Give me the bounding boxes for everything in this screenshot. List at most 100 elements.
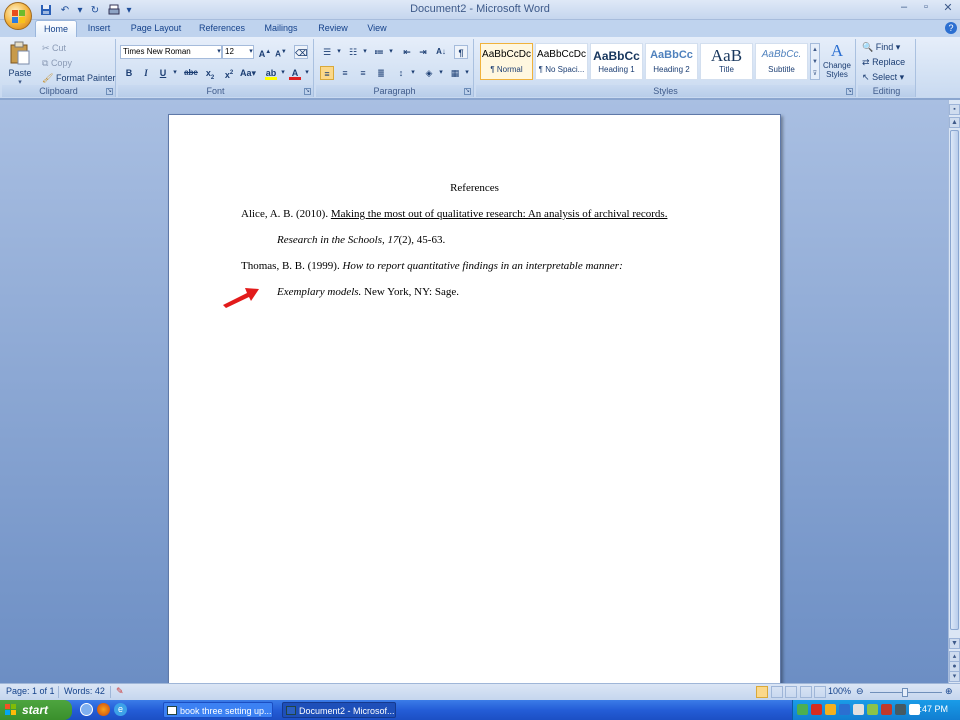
paste-label: Paste [8,68,32,78]
paragraph-dialog-launcher-icon[interactable]: ↘ [464,88,471,95]
select-button[interactable]: ↖ Select ▾ [862,72,904,83]
replace-icon: ⇄ [862,57,870,67]
zoom-level[interactable]: 100% [828,686,851,696]
clipboard-dialog-launcher-icon[interactable]: ↘ [106,88,113,95]
styles-scroll-up-icon[interactable]: ▲ [811,44,819,56]
desktop-icon[interactable] [80,703,93,716]
font-name-box[interactable]: Times New Roman [120,45,222,59]
tab-insert[interactable]: Insert [80,20,118,37]
office-button[interactable] [4,2,32,30]
change-case-icon[interactable]: Aa▾ [238,66,258,80]
bold-icon[interactable]: B [122,66,136,80]
zoom-slider-thumb[interactable] [902,688,908,697]
cut-button[interactable]: ✂ Cut [42,43,66,54]
decrease-indent-icon[interactable]: ⇤ [400,45,414,59]
bullets-dropdown-icon[interactable]: ▾ [332,45,346,59]
tray-app-icon[interactable] [797,704,808,715]
folder-icon [167,706,177,715]
print-layout-view-icon[interactable] [756,686,768,698]
minimize-icon[interactable]: – [894,1,914,17]
tab-home[interactable]: Home [35,20,77,37]
style-normal[interactable]: AaBbCcDc ¶ Normal [480,43,533,80]
replace-button[interactable]: ⇄ Replace [862,57,905,68]
align-left-icon[interactable]: ≡ [320,66,334,80]
word-count[interactable]: Words: 42 [64,686,105,696]
styles-more-icon[interactable]: ⊽ [811,68,819,80]
taskbar-item-document2[interactable]: Document2 - Microsof... [282,702,396,718]
superscript-icon[interactable]: x2 [222,66,236,80]
security-icon[interactable] [867,704,878,715]
zoom-out-icon[interactable]: ⊖ [856,686,864,697]
strikethrough-icon[interactable]: abe [182,66,200,80]
show-formatting-marks-icon[interactable]: ¶ [454,45,468,59]
internet-explorer-icon[interactable]: e [114,703,127,716]
firefox-icon[interactable] [97,703,110,716]
tab-references[interactable]: References [193,20,251,37]
taskbar-item-book-three[interactable]: book three setting up... [163,702,273,718]
zoom-slider[interactable] [870,688,942,697]
format-painter-button[interactable]: 🖌 Format Painter [42,73,115,84]
style-title[interactable]: AaB Title [700,43,753,80]
style-subtitle[interactable]: AaBbCc. Subtitle [755,43,808,80]
grow-font-icon[interactable]: A▲ [258,45,272,59]
tab-page-layout[interactable]: Page Layout [125,20,187,37]
styles-dialog-launcher-icon[interactable]: ↘ [846,88,853,95]
restore-icon[interactable]: ▫ [916,1,936,17]
multilevel-dropdown-icon[interactable]: ▾ [384,45,398,59]
font-dialog-launcher-icon[interactable]: ↘ [304,88,311,95]
volume-icon[interactable] [853,704,864,715]
numbering-dropdown-icon[interactable]: ▾ [358,45,372,59]
sort-icon[interactable]: A↓ [434,45,448,59]
close-icon[interactable]: ✕ [938,1,958,17]
align-center-icon[interactable]: ≡ [338,66,352,80]
warning-icon[interactable] [825,704,836,715]
copy-button[interactable]: ⧉ Copy [42,58,72,69]
style-no-spacing[interactable]: AaBbCcDc ¶ No Spaci... [535,43,588,80]
scroll-down-icon[interactable]: ▼ [949,638,960,649]
style-heading-2[interactable]: AaBbCc Heading 2 [645,43,698,80]
next-page-icon[interactable]: ▾ [949,671,960,682]
find-button[interactable]: 🔍 Find ▾ [862,42,900,53]
antivirus-icon[interactable] [881,704,892,715]
vertical-scrollbar[interactable]: ▪ ▲ ▼ ▴ ● ▾ [948,100,960,683]
proofing-icon[interactable]: ✎ [116,686,124,697]
shading-dropdown-icon[interactable]: ▾ [434,66,448,80]
italic-icon[interactable]: I [139,66,153,80]
borders-dropdown-icon[interactable]: ▾ [460,66,474,80]
shrink-font-icon[interactable]: A▼ [274,45,288,59]
change-styles-button[interactable]: A Change Styles [820,41,854,85]
tab-review[interactable]: Review [312,20,354,37]
tab-view[interactable]: View [360,20,394,37]
underline-dropdown-icon[interactable]: ▾ [168,66,182,80]
start-button[interactable]: start [0,700,72,720]
styles-scroll-down-icon[interactable]: ▼ [811,56,819,68]
font-color-dropdown-icon[interactable]: ▾ [300,66,314,80]
scroll-thumb[interactable] [950,130,959,630]
tab-mailings[interactable]: Mailings [257,20,305,37]
scroll-up-icon[interactable]: ▲ [949,117,960,128]
ati-icon[interactable] [811,704,822,715]
ribbon: Paste ▾ ✂ Cut ⧉ Copy 🖌 Format Painter Cl… [0,37,960,99]
draft-view-icon[interactable] [814,686,827,698]
device-icon[interactable] [895,704,906,715]
outline-view-icon[interactable] [799,686,812,698]
paste-button[interactable]: Paste ▾ [6,41,34,86]
web-layout-view-icon[interactable] [785,686,798,698]
full-screen-reading-view-icon[interactable] [770,686,783,698]
line-spacing-dropdown-icon[interactable]: ▾ [406,66,420,80]
justify-icon[interactable]: ≣ [374,66,388,80]
style-heading-1[interactable]: AaBbCc Heading 1 [590,43,643,80]
zoom-in-icon[interactable]: ⊕ [945,686,953,697]
cut-label: Cut [52,43,67,53]
ruler-toggle-icon[interactable]: ▪ [949,104,960,115]
subscript-icon[interactable]: x2 [203,66,217,81]
clear-formatting-icon[interactable]: ⌫ [294,45,308,59]
page-count[interactable]: Page: 1 of 1 [6,686,55,696]
network-icon[interactable] [839,704,850,715]
help-icon[interactable]: ? [945,22,957,34]
document-page[interactable]: References Alice, A. B. (2010). Making t… [168,114,781,694]
change-styles-icon: A [830,41,844,60]
font-size-dropdown-icon[interactable]: ▾ [244,45,258,59]
increase-indent-icon[interactable]: ⇥ [416,45,430,59]
align-right-icon[interactable]: ≡ [356,66,370,80]
